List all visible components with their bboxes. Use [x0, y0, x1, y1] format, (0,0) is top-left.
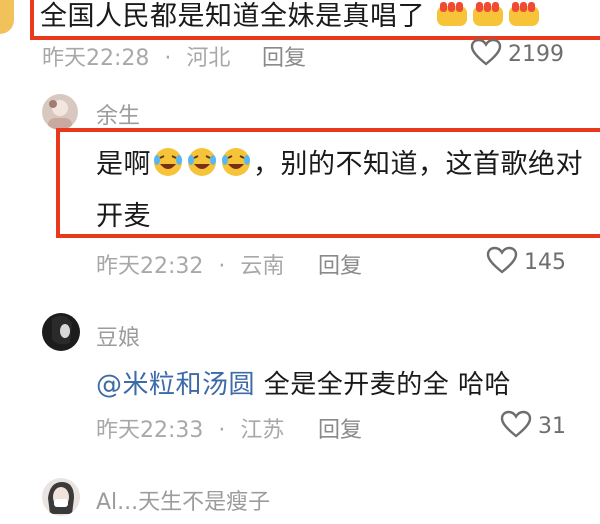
laughing-tears-emoji	[185, 146, 219, 185]
mention-link[interactable]: @米粒和汤圆	[96, 370, 255, 400]
reply-button[interactable]: 回复	[318, 248, 362, 280]
avatar-fragment	[0, 0, 14, 34]
comment-text-content: 全是全开麦的全 哈哈	[255, 370, 512, 400]
like-count: 145	[524, 249, 566, 275]
like-button[interactable]: 145	[486, 246, 566, 278]
comment-text-content: 是啊	[96, 149, 151, 180]
username[interactable]: Al...天生不是瘦子	[96, 484, 270, 516]
comment-time: 昨天22:33	[96, 418, 204, 443]
reply-button[interactable]: 回复	[262, 40, 306, 72]
avatar[interactable]	[42, 94, 78, 130]
avatar[interactable]	[42, 313, 80, 351]
comment-text-content: 全国人民都是知道全妹是真唱了	[40, 1, 425, 32]
like-button[interactable]: 31	[500, 410, 566, 442]
heart-icon	[486, 246, 518, 278]
comment-meta: 昨天22:32 · 云南	[96, 248, 284, 280]
heart-icon	[500, 410, 532, 442]
fist-emoji	[470, 0, 506, 35]
comment-location: 江苏	[240, 418, 285, 443]
comment-text: @米粒和汤圆 全是全开麦的全 哈哈	[96, 364, 511, 401]
username[interactable]: 余生	[96, 98, 140, 130]
comment-location: 云南	[240, 254, 285, 279]
like-button[interactable]: 2199	[470, 38, 564, 70]
fist-emoji	[434, 0, 470, 35]
dot-separator: ·	[164, 46, 172, 71]
fist-emoji	[506, 0, 542, 35]
comment-meta: 昨天22:28 · 河北	[42, 40, 230, 72]
comment-time: 昨天22:28	[42, 46, 150, 71]
username[interactable]: 豆娘	[96, 320, 140, 352]
dot-separator: ·	[218, 418, 226, 443]
laughing-tears-emoji	[219, 146, 253, 185]
comment-text-line2: 开麦	[96, 201, 151, 232]
laughing-tears-emoji	[151, 146, 185, 185]
reply-button[interactable]: 回复	[318, 412, 362, 444]
comment-text: 全国人民都是知道全妹是真唱了	[40, 0, 542, 35]
like-count: 31	[538, 413, 566, 439]
comment-meta: 昨天22:33 · 江苏	[96, 412, 284, 444]
comment-location: 河北	[186, 46, 231, 71]
comment-time: 昨天22:32	[96, 254, 204, 279]
comment-text: 是啊 ，别的不知道，这首歌绝对	[96, 142, 583, 185]
comment-text-content: ，别的不知道，这首歌绝对	[253, 149, 583, 180]
dot-separator: ·	[218, 254, 226, 279]
heart-icon	[470, 38, 502, 70]
avatar[interactable]	[42, 478, 80, 516]
like-count: 2199	[508, 41, 564, 67]
